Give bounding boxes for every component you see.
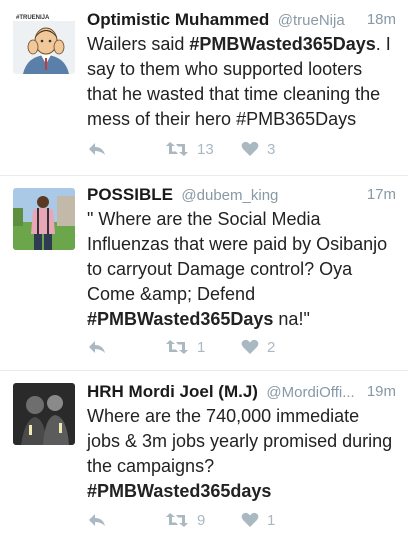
author-name[interactable]: HRH Mordi Joel (M.J) [87, 382, 258, 401]
hashtag-link[interactable]: #PMBWasted365days [87, 481, 271, 501]
retweet-count: 9 [197, 511, 206, 529]
tweet-text-part: Where are the 740,000 immediate jobs & 3… [87, 406, 393, 476]
tweet-text: " Where are the Social Media Influenzas … [87, 207, 396, 332]
avatar[interactable]: #TRUENIJA [13, 12, 75, 74]
tweet-text: Wailers said #PMBWasted365Days. I say to… [87, 32, 396, 132]
reply-button[interactable] [87, 509, 107, 531]
reply-button[interactable] [87, 138, 107, 160]
avatar[interactable] [13, 383, 75, 445]
retweet-icon [166, 513, 188, 527]
tweet-time: 18m [362, 8, 396, 32]
tweet-actions: 13 3 [87, 138, 396, 160]
svg-text:#TRUENIJA: #TRUENIJA [16, 15, 50, 21]
tweet-content: Optimistic Muhammed @trueNija 18m Wailer… [87, 8, 396, 132]
retweet-count: 13 [197, 140, 214, 158]
heart-icon [241, 512, 259, 527]
retweet-icon [166, 340, 188, 354]
like-count: 3 [267, 140, 276, 158]
tweet-header: HRH Mordi Joel (M.J) @MordiOffi... 19m [87, 380, 396, 404]
retweet-button[interactable]: 9 [165, 509, 205, 531]
tweet-card[interactable]: HRH Mordi Joel (M.J) @MordiOffi... 19m W… [0, 371, 408, 539]
avatar-image [13, 383, 75, 445]
tweet-content: POSSIBLE @dubem_king 17m " Where are the… [87, 183, 396, 332]
reply-icon [89, 143, 105, 155]
hashtag-link[interactable]: #PMBWasted365Days [87, 309, 273, 329]
like-button[interactable]: 2 [241, 336, 275, 358]
tweet-text-part: na!" [273, 309, 310, 329]
heart-icon [241, 141, 259, 156]
avatar[interactable] [13, 188, 75, 250]
tweet-time: 19m [362, 380, 396, 404]
avatar-image: #TRUENIJA [13, 12, 75, 74]
tweet-header: POSSIBLE @dubem_king 17m [87, 183, 396, 207]
author-name[interactable]: Optimistic Muhammed [87, 10, 269, 29]
author-handle[interactable]: @MordiOffi... [266, 384, 354, 401]
reply-icon [89, 341, 105, 353]
tweet-card[interactable]: #TRUENIJA Optimistic Muhammed @trueNija … [0, 0, 408, 176]
like-count: 1 [267, 511, 276, 529]
author-handle[interactable]: @trueNija [278, 12, 345, 29]
avatar-image [13, 188, 75, 250]
tweet-card[interactable]: POSSIBLE @dubem_king 17m " Where are the… [0, 176, 408, 371]
tweet-actions: 9 1 [87, 509, 396, 531]
retweet-button[interactable]: 1 [165, 336, 205, 358]
tweet-text-part: Wailers said [87, 34, 190, 54]
retweet-count: 1 [197, 338, 206, 356]
retweet-button[interactable]: 13 [165, 138, 214, 160]
tweet-text-part: " Where are the Social Media Influenzas … [87, 209, 388, 304]
reply-icon [89, 514, 105, 526]
tweet-text: Where are the 740,000 immediate jobs & 3… [87, 404, 396, 504]
tweet-time: 17m [362, 183, 396, 207]
like-button[interactable]: 1 [241, 509, 275, 531]
author-name[interactable]: POSSIBLE [87, 185, 173, 204]
author-handle[interactable]: @dubem_king [181, 187, 278, 204]
like-count: 2 [267, 338, 276, 356]
like-button[interactable]: 3 [241, 138, 275, 160]
retweet-icon [166, 142, 188, 156]
reply-button[interactable] [87, 336, 107, 358]
heart-icon [241, 339, 259, 354]
tweet-header: Optimistic Muhammed @trueNija 18m [87, 8, 396, 32]
tweet-actions: 1 2 [87, 336, 396, 358]
tweet-content: HRH Mordi Joel (M.J) @MordiOffi... 19m W… [87, 380, 396, 504]
hashtag-link[interactable]: #PMBWasted365Days [189, 34, 375, 54]
